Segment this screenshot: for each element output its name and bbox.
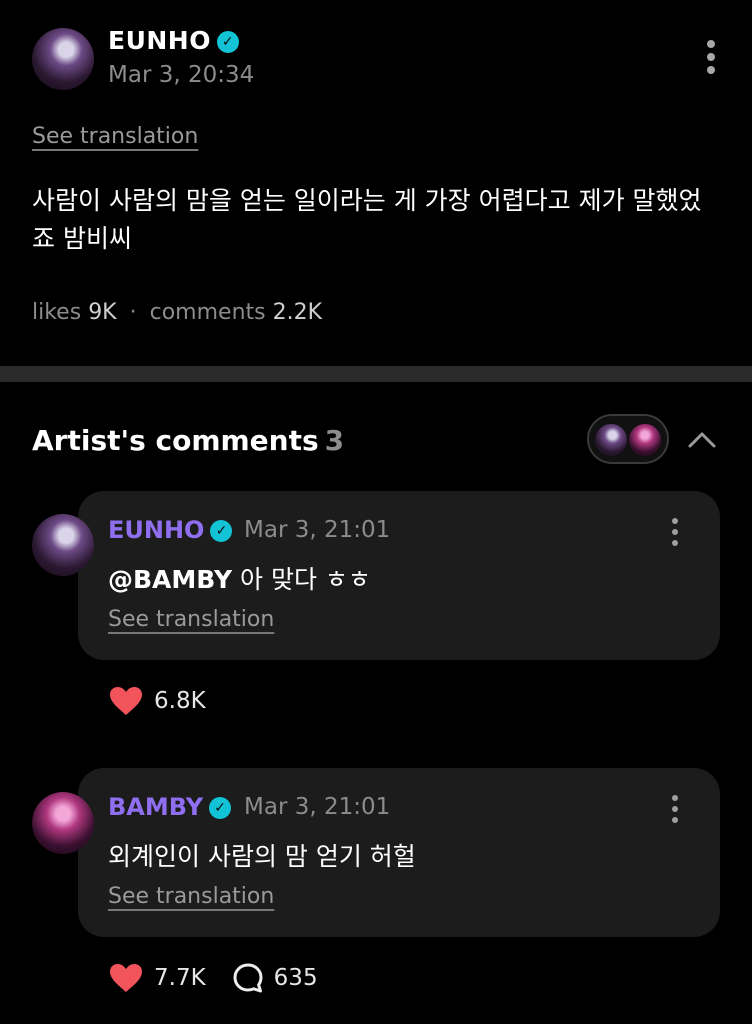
- comment-timestamp: Mar 3, 21:01: [244, 517, 391, 543]
- post-body-text: 사람이 사람의 맘을 얻는 일이라는 게 가장 어렵다고 제가 말했었죠 밤비씨: [32, 186, 702, 253]
- artist-avatars-pill[interactable]: [587, 414, 669, 464]
- comment-timestamp: Mar 3, 21:01: [244, 794, 391, 820]
- post-timestamp: Mar 3, 20:34: [108, 62, 255, 88]
- comment-author-label: EUNHO: [108, 516, 205, 544]
- post-author-label: EUNHO: [108, 26, 211, 55]
- comment-text: 외계인이 사람의 맘 얻기 허헐: [108, 842, 416, 871]
- post-more-options-icon[interactable]: [707, 40, 715, 74]
- post-author-name[interactable]: EUNHO ✓: [108, 26, 239, 55]
- post-see-translation-link[interactable]: See translation: [32, 124, 198, 149]
- mention-link[interactable]: @BAMBY: [108, 565, 232, 594]
- chevron-up-icon[interactable]: [686, 424, 718, 456]
- artist-comments-count: 3: [324, 424, 345, 457]
- comment-author-name[interactable]: EUNHO ✓: [108, 516, 233, 544]
- comment-see-translation-link[interactable]: See translation: [108, 884, 274, 909]
- artist-mini-avatar-bamby: [627, 422, 663, 458]
- comment-author-name[interactable]: BAMBY ✓: [108, 793, 232, 821]
- comment-see-translation-link[interactable]: See translation: [108, 607, 274, 632]
- comment-more-options-icon[interactable]: [671, 795, 679, 823]
- like-count: 7.7K: [154, 965, 206, 991]
- comment-author-avatar[interactable]: [32, 514, 94, 576]
- reply-count: 635: [273, 965, 318, 991]
- post-author-avatar[interactable]: [32, 28, 94, 90]
- comment-body: 아 맞다 ㅎㅎ: [232, 565, 371, 594]
- section-divider: [0, 366, 752, 382]
- heart-icon[interactable]: [108, 685, 144, 717]
- like-count: 6.8K: [154, 688, 206, 714]
- likes-count[interactable]: 9K: [88, 300, 116, 325]
- heart-icon[interactable]: [108, 962, 144, 994]
- comments-count[interactable]: 2.2K: [273, 300, 322, 325]
- reply-bubble-icon[interactable]: [232, 962, 264, 994]
- verified-badge-icon: ✓: [216, 31, 239, 53]
- comment-reactions: 7.7K 635: [108, 962, 318, 994]
- comment-reactions: 6.8K: [108, 685, 206, 717]
- comments-label: comments: [149, 300, 266, 325]
- likes-label: likes: [32, 300, 82, 325]
- comment-more-options-icon[interactable]: [671, 518, 679, 546]
- artist-mini-avatar-eunho: [593, 422, 629, 458]
- comment-text: @BAMBY 아 맞다 ㅎㅎ: [108, 560, 371, 596]
- artist-comments-title: Artist's comments 3: [32, 424, 344, 457]
- post-stats: likes 9K · comments 2.2K: [32, 300, 322, 325]
- comment-author-avatar[interactable]: [32, 792, 94, 854]
- stats-separator: ·: [129, 300, 137, 325]
- comment-author-label: BAMBY: [108, 793, 204, 821]
- artist-comments-label: Artist's comments: [32, 424, 319, 457]
- verified-badge-icon: ✓: [209, 797, 232, 819]
- verified-badge-icon: ✓: [210, 520, 233, 542]
